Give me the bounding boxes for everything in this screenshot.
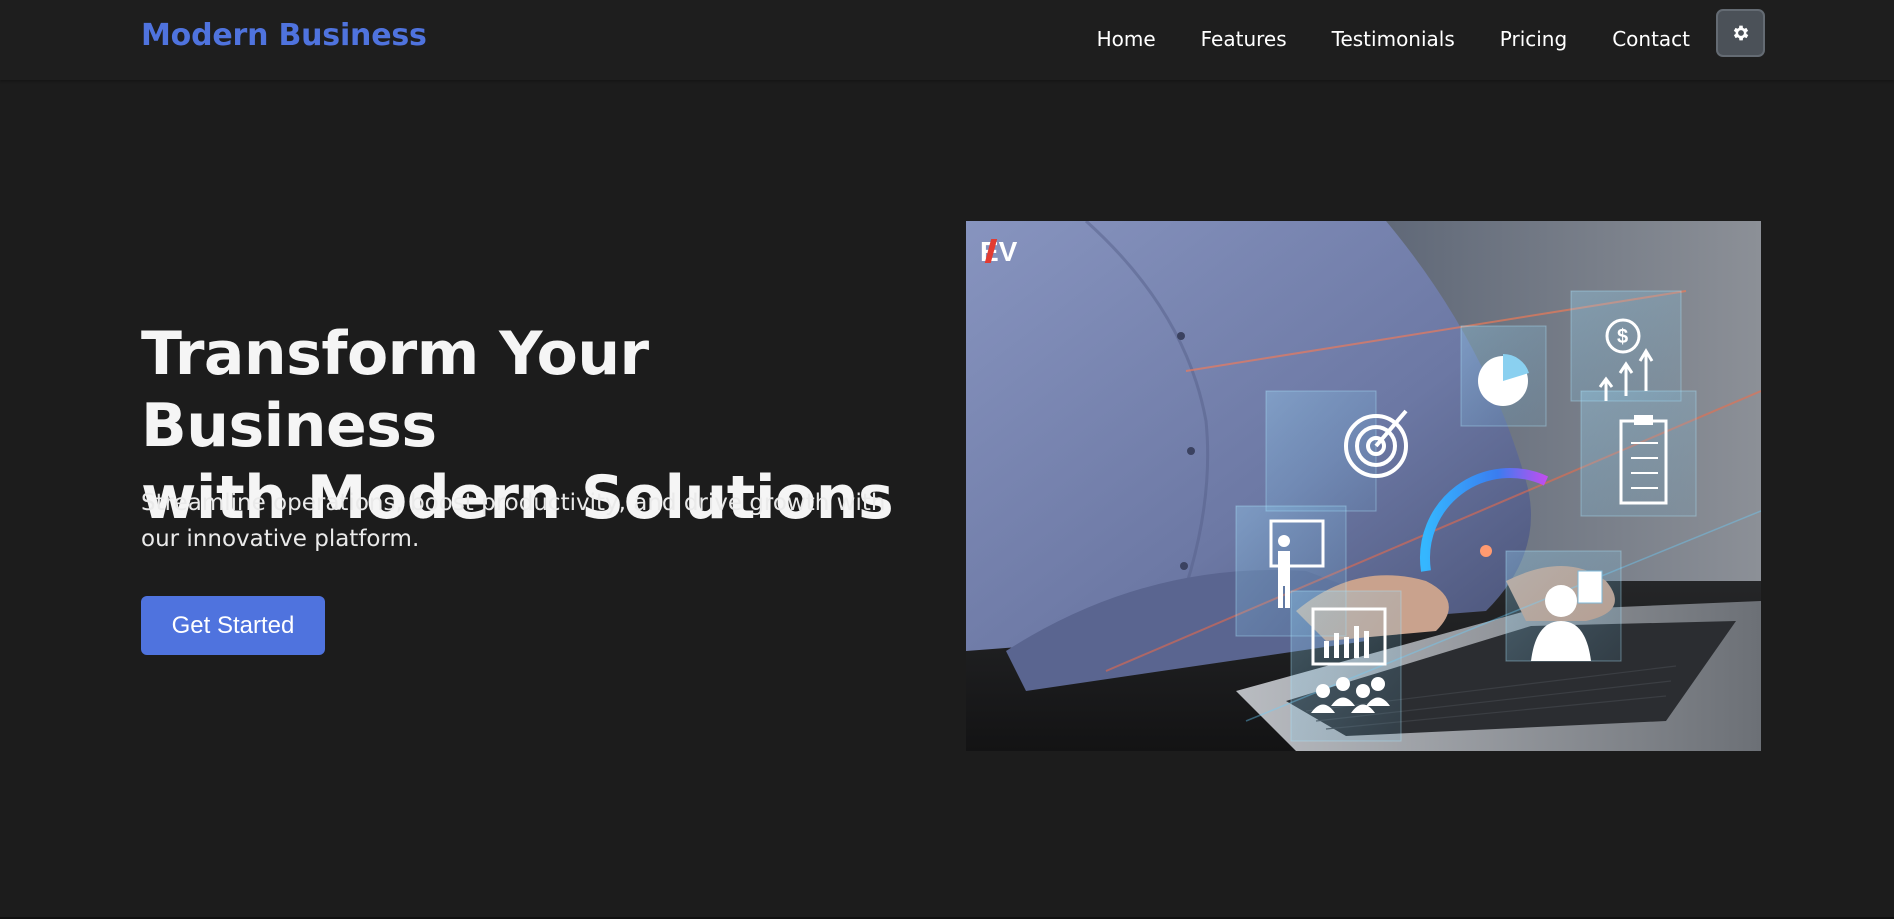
gear-icon [1733,25,1748,41]
image-logo: EV [980,236,1018,267]
brand-logo[interactable]: Modern Business [141,18,427,53]
hero-image: $ EV [966,221,1761,751]
nav-link-pricing[interactable]: Pricing [1500,24,1567,54]
nav-link-contact[interactable]: Contact [1612,24,1690,54]
nav-link-home[interactable]: Home [1097,24,1156,54]
get-started-button[interactable]: Get Started [141,596,325,655]
nav-link-testimonials[interactable]: Testimonials [1332,24,1455,54]
nav-links: Home Features Testimonials Pricing Conta… [1097,24,1690,54]
hero-title-line-1: Transform Your Business [141,319,649,461]
nav-link-features[interactable]: Features [1201,24,1287,54]
theme-toggle-button[interactable] [1716,9,1765,57]
svg-text:$: $ [1617,326,1628,348]
hero-subtitle: Streamline operations, boost productivit… [141,490,886,552]
top-navbar: Modern Business Home Features Testimonia… [0,0,1894,80]
